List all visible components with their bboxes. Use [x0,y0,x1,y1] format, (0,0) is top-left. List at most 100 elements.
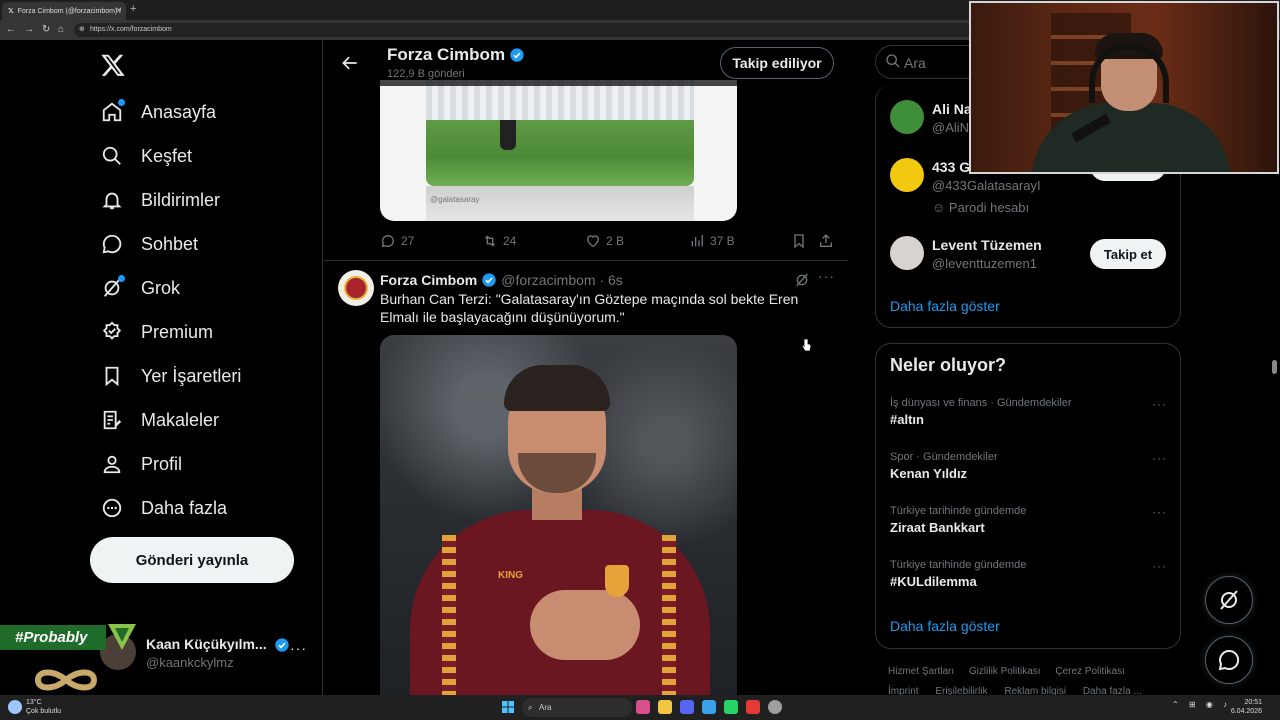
trend-item[interactable]: Spor · Gündemdekiler Kenan Yıldız ··· [890,451,1170,495]
windows-taskbar: 13°C Çok bulutlu ⌕ Ara ⌃ ⊞ ◉ ♪ 20:51 6.0… [0,695,1280,720]
grok-icon[interactable] [794,272,810,288]
more-icon[interactable]: ··· [1152,451,1167,465]
post-button[interactable]: Gönderi yayınla [90,537,294,583]
back-icon[interactable]: ← [6,24,16,35]
browser-tab[interactable]: 𝕏 Forza Cimbom (@forzacimbom) / ✕ [2,2,126,20]
grok-fab-button[interactable] [1205,576,1253,624]
suggested-user-handle: @leventtuzemen1 [932,256,1037,271]
header-name: Forza Cimbom [387,45,506,64]
taskbar-app-icon[interactable] [636,700,650,714]
sidebar-item-more[interactable]: Daha fazla [100,492,227,524]
bookmark-icon [100,364,124,388]
suggested-user-handle: @AliN [932,120,970,135]
player-boot [500,120,516,150]
trend-item[interactable]: Türkiye tarihinde gündemde Ziraat Bankka… [890,505,1170,549]
sidebar-item-grok[interactable]: Grok [100,272,180,304]
forward-icon[interactable]: → [24,24,34,35]
tweet-media-image[interactable]: KING [380,335,737,695]
more-circle-icon [100,496,124,520]
chat-icon [1218,649,1240,671]
follow-button[interactable]: Takip et [1090,239,1166,269]
sidebar-item-chat[interactable]: Sohbet [100,228,198,260]
tweet-actions: 27 24 2 B 37 B [380,231,835,251]
sponsor-text: KING [498,570,523,581]
messages-fab-button[interactable] [1205,636,1253,684]
bookmark-icon [794,234,804,249]
tweet-divider [324,260,848,261]
bookmark-button[interactable] [791,231,812,251]
suggested-user[interactable]: Levent Tüzemen @leventtuzemen1 Takip et [890,236,1170,286]
sidebar-item-explore[interactable]: Keşfet [100,140,192,172]
taskbar-search[interactable]: ⌕ Ara [522,698,632,717]
retweet-button[interactable]: 24 [482,231,516,251]
weather-cloud-icon[interactable] [8,700,22,714]
stream-overlay-badge: #Probably [0,625,106,650]
home-browser-icon[interactable]: ⌂ [58,24,64,35]
x-logo-icon[interactable] [100,52,126,78]
edge-icon[interactable] [702,700,716,714]
sidebar-item-label: Makaleler [141,409,220,430]
scrollbar-thumb[interactable] [1272,360,1277,374]
footer-link[interactable]: Gizlilik Politikası [969,666,1041,677]
more-icon[interactable]: ··· [1152,397,1167,411]
more-icon[interactable]: ··· [1152,505,1167,519]
back-arrow-icon[interactable] [340,53,360,73]
trend-meta: İş dünyası ve finans · Gündemdekiler [890,397,1072,409]
new-tab-button[interactable]: + [130,3,136,15]
tab-close-icon[interactable]: ✕ [115,6,122,15]
reload-icon[interactable]: ↻ [42,24,50,35]
following-button[interactable]: Takip ediliyor [720,47,834,79]
whatsapp-icon[interactable] [724,700,738,714]
bell-icon [100,188,124,212]
sidebar-item-label: Daha fazla [141,497,228,518]
sidebar-item-label: Yer İşaretleri [141,365,242,386]
calendar-icon[interactable] [746,700,760,714]
views-button[interactable]: 37 B [689,231,735,251]
show-more-link[interactable]: Daha fazla göster [890,298,1000,314]
sidebar-item-home[interactable]: Anasayfa [100,96,216,128]
folder-icon[interactable] [658,700,672,714]
trend-item[interactable]: Türkiye tarihinde gündemde #KULdilemma ·… [890,559,1170,603]
footer-link[interactable]: Çerez Politikası [1055,666,1124,677]
suggested-user-name: Levent Tüzemen [932,237,1042,253]
sidebar-item-bookmarks[interactable]: Yer İşaretleri [100,360,241,392]
article-icon [100,408,124,432]
weather-desc: Çok bulutlu [26,708,62,715]
suggested-user-name: Ali Na [932,101,972,117]
sidebar-item-premium[interactable]: Premium [100,316,213,348]
clock-date: 6.04.2026 [1230,708,1262,715]
windows-start-icon[interactable] [502,701,514,713]
show-more-link[interactable]: Daha fazla göster [890,618,1000,634]
verified-badge-icon [275,638,290,652]
sidebar-item-articles[interactable]: Makaleler [100,404,219,436]
reply-button[interactable]: 27 [380,231,414,251]
share-icon [820,234,832,247]
more-icon[interactable]: ··· [1152,559,1167,573]
tweet-author-name[interactable]: Forza Cimbom [380,272,477,288]
more-icon[interactable]: ··· [818,268,835,284]
obs-icon[interactable] [768,700,782,714]
footer-link[interactable]: Hizmet Şartları [888,666,954,677]
sidebar-item-profile[interactable]: Profil [100,448,182,480]
search-icon [100,144,124,168]
trend-item[interactable]: İş dünyası ve finans · Gündemdekiler #al… [890,397,1170,441]
like-button[interactable]: 2 B [585,231,624,251]
site-info-icon[interactable]: ⊕ [79,23,85,37]
share-button[interactable] [818,231,839,251]
parody-label-text: Parodi hesabı [948,200,1030,215]
avatar [890,158,924,192]
avatar[interactable] [338,270,374,306]
url-input[interactable]: ⊕ https://x.com/forzacimbom [74,23,974,37]
tweet-media-image[interactable]: @galatasaray [380,80,737,221]
player-hair [504,365,610,411]
premium-icon [100,320,124,344]
discord-icon[interactable] [680,700,694,714]
more-icon[interactable]: ··· [290,640,307,656]
profile-name: Kaan Küçükyılm... [146,636,290,653]
goal-net [426,80,694,120]
sidebar-item-notifications[interactable]: Bildirimler [100,184,220,216]
tweet-handle-time[interactable]: @forzacimbom · 6s [501,272,623,288]
trends-card: Neler oluyor? İş dünyası ve finans · Gün… [875,343,1181,649]
grok-icon [1220,590,1238,610]
reply-count: 27 [401,234,415,248]
